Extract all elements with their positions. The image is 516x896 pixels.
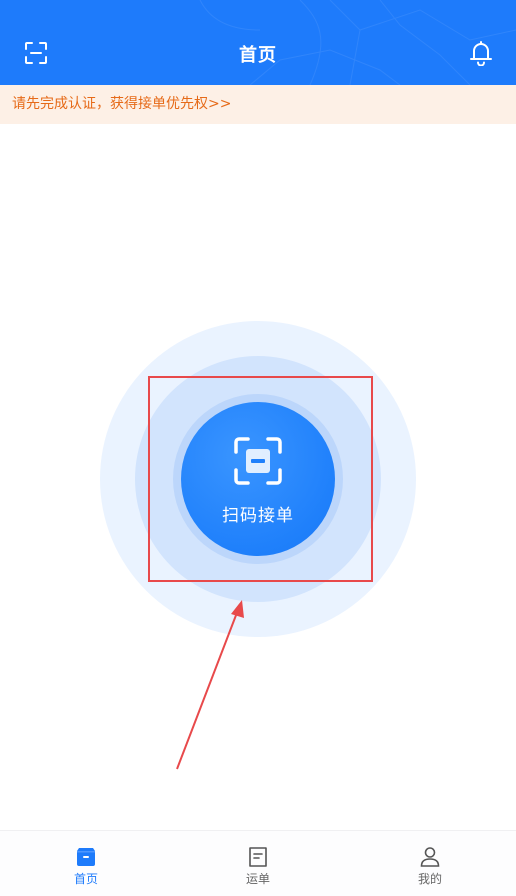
top-nav-bar: 首页 — [0, 0, 516, 85]
bottom-tab-bar: 首页 运单 我的 — [0, 830, 516, 896]
home-box-icon — [77, 848, 95, 866]
tab-waybill[interactable]: 运单 — [172, 831, 344, 896]
tab-home[interactable]: 首页 — [0, 831, 172, 896]
document-icon — [249, 847, 267, 867]
page-title: 首页 — [239, 45, 277, 66]
tab-waybill-label: 运单 — [245, 872, 270, 886]
bell-icon[interactable] — [468, 40, 494, 66]
tab-home-label: 首页 — [73, 872, 98, 886]
highlight-box — [148, 376, 373, 582]
tab-mine-label: 我的 — [417, 872, 442, 886]
tab-mine[interactable]: 我的 — [344, 831, 516, 896]
verification-notice-link[interactable]: 请先完成认证，获得接单优先权>> — [0, 85, 516, 124]
user-icon — [420, 847, 440, 867]
